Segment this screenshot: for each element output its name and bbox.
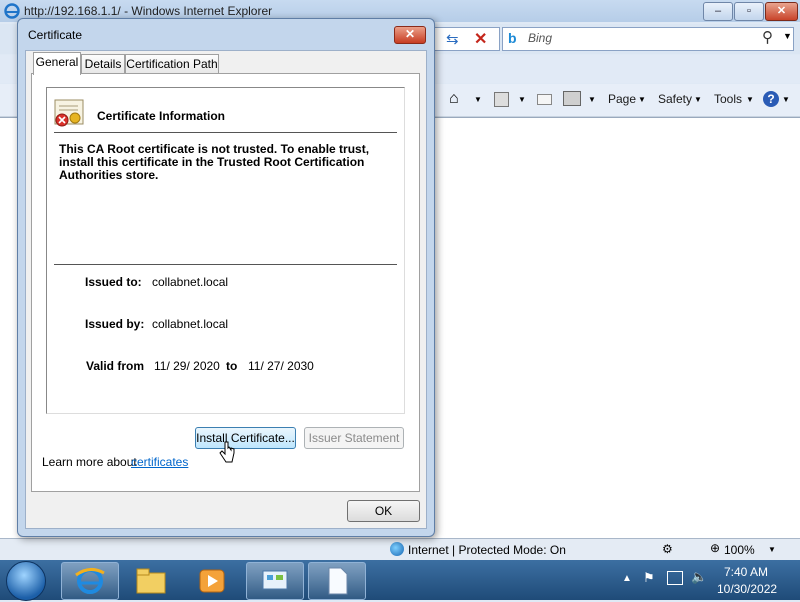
zoom-dropdown-icon[interactable]: ▼: [768, 545, 776, 554]
taskbar-ie-button[interactable]: [61, 562, 119, 600]
issuer-statement-button[interactable]: Issuer Statement: [304, 427, 404, 449]
print-icon[interactable]: [563, 91, 581, 106]
page-menu[interactable]: Page: [608, 92, 636, 106]
taskbar-media-player-button[interactable]: [183, 562, 241, 600]
action-center-flag-icon[interactable]: ⚑: [643, 570, 655, 586]
issued-to-value: collabnet.local: [152, 275, 229, 289]
mouse-cursor-icon: [219, 440, 235, 464]
search-dropdown-icon[interactable]: ▼: [783, 31, 792, 41]
certificate-info-heading: Certificate Information: [97, 109, 226, 123]
tools-menu[interactable]: Tools: [714, 92, 742, 106]
security-zone[interactable]: Internet | Protected Mode: On: [408, 543, 566, 557]
start-button[interactable]: [6, 561, 46, 601]
certificates-link[interactable]: certificates: [131, 455, 188, 469]
tab-details[interactable]: Details: [81, 54, 125, 74]
network-icon[interactable]: [667, 571, 683, 585]
learn-more-text: Learn more about: [42, 455, 137, 469]
taskbar-explorer-button[interactable]: [122, 562, 180, 600]
valid-from-value: 11/ 29/ 2020: [154, 359, 220, 373]
stop-icon[interactable]: ✕: [474, 29, 492, 48]
valid-to-label: to: [226, 359, 238, 373]
tab-general[interactable]: General: [33, 52, 81, 75]
heading-divider: [54, 132, 397, 133]
help-dropdown-icon[interactable]: ▼: [782, 95, 790, 104]
maximize-button[interactable]: ▫: [734, 2, 764, 21]
zoom-icon[interactable]: ⊕: [710, 541, 720, 555]
ok-button[interactable]: OK: [347, 500, 420, 522]
minimize-button[interactable]: –: [703, 2, 733, 21]
show-hidden-icons-icon[interactable]: ▲: [622, 573, 632, 584]
search-icon[interactable]: ⚲: [762, 28, 773, 46]
valid-to-value: 11/ 27/ 2030: [248, 359, 314, 373]
install-certificate-button[interactable]: Install Certificate...: [195, 427, 296, 449]
zoom-level[interactable]: 100%: [724, 543, 755, 557]
print-dropdown-icon[interactable]: ▼: [588, 95, 596, 104]
details-divider: [54, 264, 397, 265]
ie-logo-icon: [4, 3, 20, 19]
home-dropdown-icon[interactable]: ▼: [474, 95, 482, 104]
dialog-title: Certificate: [28, 28, 83, 42]
certificate-error-icon: [54, 99, 86, 129]
close-window-button[interactable]: ✕: [765, 2, 798, 21]
search-placeholder: Bing: [528, 31, 553, 45]
tab-certification-path[interactable]: Certification Path: [125, 54, 219, 74]
valid-from-label: Valid from: [86, 359, 145, 373]
page-dropdown-icon: ▼: [638, 95, 646, 104]
trust-warning-text: This CA Root certificate is not trusted.…: [59, 142, 370, 182]
issued-to-label: Issued to:: [85, 275, 142, 289]
taskbar-document-button[interactable]: [308, 562, 366, 600]
bing-logo-icon: b: [508, 30, 517, 46]
mail-icon[interactable]: [537, 94, 552, 105]
refresh-icon[interactable]: ⇆: [446, 30, 464, 48]
protected-mode-icon[interactable]: ⚙: [662, 542, 673, 556]
safety-dropdown-icon: ▼: [694, 95, 702, 104]
feeds-icon[interactable]: [494, 92, 509, 107]
clock-date[interactable]: 10/30/2022: [717, 582, 777, 596]
feeds-dropdown-icon[interactable]: ▼: [518, 95, 526, 104]
tools-dropdown-icon: ▼: [746, 95, 754, 104]
clock-time[interactable]: 7:40 AM: [724, 565, 768, 579]
browser-title: http://192.168.1.1/ - Windows Internet E…: [24, 4, 273, 18]
taskbar-control-panel-button[interactable]: [246, 562, 304, 600]
issued-by-value: collabnet.local: [152, 317, 229, 331]
home-icon[interactable]: ⌂: [449, 90, 459, 108]
globe-icon: [390, 542, 404, 556]
dialog-close-button[interactable]: ✕: [394, 26, 426, 44]
volume-icon[interactable]: 🔈: [691, 569, 707, 585]
safety-menu[interactable]: Safety: [658, 92, 692, 106]
help-icon[interactable]: ?: [763, 91, 779, 107]
issued-by-label: Issued by:: [85, 317, 145, 331]
